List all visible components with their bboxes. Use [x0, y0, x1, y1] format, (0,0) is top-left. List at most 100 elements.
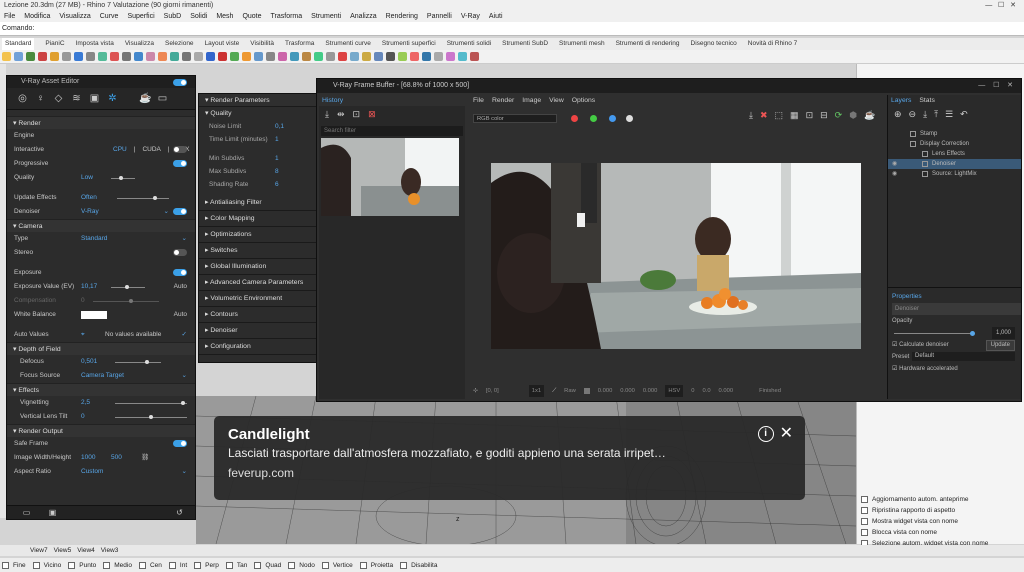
menu-item[interactable]: Aiuti — [489, 11, 503, 22]
load-history-icon[interactable]: ⊡ — [353, 109, 361, 120]
toolbar-button-icon[interactable] — [242, 52, 251, 61]
geometry-icon[interactable]: ◇ — [53, 93, 64, 104]
quality-value[interactable]: Low — [81, 171, 93, 185]
viewport-tab[interactable]: View7 — [30, 545, 48, 556]
render-param-section[interactable]: ▸ Advanced Camera Parameters — [199, 275, 317, 291]
toolbar-button-icon[interactable] — [14, 52, 23, 61]
menu-item[interactable]: File — [4, 11, 15, 22]
ev-value[interactable]: 10,17 — [81, 280, 97, 294]
toolbar-tab[interactable]: Strumenti superfici — [382, 38, 436, 50]
vfb-menu-item[interactable]: File — [473, 95, 484, 106]
layers-tab[interactable]: Layers — [888, 95, 914, 106]
progressive-toggle[interactable] — [173, 160, 187, 167]
check-icon[interactable]: ✓ — [182, 328, 187, 342]
toolbar-tab[interactable]: Strumenti solidi — [447, 38, 491, 50]
osnap-nodo[interactable]: Nodo — [288, 560, 315, 571]
toolbar-button-icon[interactable] — [266, 52, 275, 61]
opacity-slider[interactable] — [894, 331, 975, 336]
chevron-down-icon[interactable]: ⌄ — [182, 232, 187, 246]
info-icon[interactable]: i — [757, 426, 774, 442]
toolbar-button-icon[interactable] — [326, 52, 335, 61]
chevron-down-icon[interactable]: ⌄ — [164, 205, 169, 219]
load-layers-icon[interactable]: ⤒ — [934, 109, 938, 120]
menu-item[interactable]: Pannelli — [427, 11, 452, 22]
aspect-value[interactable]: Custom — [81, 465, 103, 479]
toolbar-tab[interactable]: Strumenti di rendering — [616, 38, 680, 50]
render-teapot-icon[interactable]: ☕ — [139, 93, 151, 104]
osnap-int[interactable]: Int — [168, 560, 187, 571]
link-obj-icon[interactable]: ⊡ — [806, 110, 814, 121]
named-view-option[interactable]: Aggiornamento autom. anteprime — [857, 494, 1024, 505]
dof-toggle[interactable] — [173, 79, 187, 86]
osnap-cen[interactable]: Cen — [138, 560, 162, 571]
option-checkbox[interactable] — [861, 507, 868, 514]
osnap-checkbox[interactable] — [68, 561, 76, 569]
menu-item[interactable]: Mesh — [216, 11, 233, 22]
toolbar-button-icon[interactable] — [86, 52, 95, 61]
chevron-down-icon[interactable]: ⌄ — [182, 369, 187, 383]
noise-limit-value[interactable]: 0,1 — [275, 120, 284, 133]
vlt-slider[interactable] — [115, 415, 187, 419]
toolbar-tab[interactable]: Selezione — [165, 38, 194, 50]
option-checkbox[interactable] — [861, 496, 868, 503]
vfb-menu-item[interactable]: Image — [522, 95, 541, 106]
follow-mouse-icon[interactable]: ⊟ — [820, 110, 828, 121]
vfb-menu-item[interactable]: Options — [572, 95, 595, 106]
toolbar-button-icon[interactable] — [350, 52, 359, 61]
interactive-toggle[interactable] — [173, 146, 187, 153]
toolbar-tab[interactable]: Layout viste — [205, 38, 240, 50]
menu-item[interactable]: Analizza — [350, 11, 376, 22]
viewport-tab[interactable]: View4 — [77, 545, 95, 556]
osnap-checkbox[interactable] — [138, 561, 146, 569]
toolbar-button-icon[interactable] — [206, 52, 215, 61]
channel-select[interactable]: RGB color — [473, 113, 557, 123]
osnap-checkbox[interactable] — [168, 561, 176, 569]
ab-compare-icon[interactable]: ⇹ — [337, 109, 345, 120]
render-param-section[interactable]: ▸ Antialiasing Filter — [199, 195, 317, 211]
render-view[interactable] — [491, 163, 861, 349]
camera-type-value[interactable]: Standard — [81, 232, 107, 246]
max-subdivs-value[interactable]: 8 — [275, 165, 279, 178]
toolbar-button-icon[interactable] — [194, 52, 203, 61]
denoiser-toggle[interactable] — [173, 208, 187, 215]
render-output-section[interactable]: ▾ Render Output — [7, 424, 195, 437]
toolbar-button-icon[interactable] — [170, 52, 179, 61]
toolbar-button-icon[interactable] — [290, 52, 299, 61]
width-value[interactable]: 1000 — [81, 451, 95, 465]
settings-icon[interactable]: ✲ — [107, 93, 118, 104]
delete-layer-icon[interactable]: ⊖ — [909, 109, 917, 120]
ad-url[interactable]: feverup.com — [228, 466, 791, 480]
named-view-option[interactable]: Blocca vista con nome — [857, 527, 1024, 538]
toolbar-tab[interactable]: PianiC — [45, 38, 64, 50]
toolbar-button-icon[interactable] — [470, 52, 479, 61]
osnap-checkbox[interactable] — [194, 561, 202, 569]
vfb-window-controls[interactable]: — ☐ ✕ — [978, 79, 1013, 93]
render-param-section[interactable]: ▸ Volumetric Environment — [199, 291, 317, 307]
toolbar-button-icon[interactable] — [458, 52, 467, 61]
toolbar-button-icon[interactable] — [278, 52, 287, 61]
clear-image-icon[interactable]: ✖ — [760, 110, 768, 121]
menu-item[interactable]: Quote — [242, 11, 261, 22]
menu-item[interactable]: SubD — [164, 11, 182, 22]
toolbar-button-icon[interactable] — [122, 52, 131, 61]
layers-icon[interactable]: ≋ — [71, 93, 82, 104]
toolbar-tab[interactable]: Imposta vista — [76, 38, 114, 50]
open-folder-icon[interactable]: ▭ — [21, 507, 32, 518]
osnap-vertice[interactable]: Vertice — [321, 560, 353, 571]
osnap-checkbox[interactable] — [103, 561, 111, 569]
toolbar-button-icon[interactable] — [230, 52, 239, 61]
menu-item[interactable]: Trasforma — [271, 11, 303, 22]
calc-denoiser-checkbox[interactable]: ☑ — [892, 342, 897, 348]
render-teapot-icon[interactable]: ☕ — [864, 110, 875, 121]
toolbar-tab[interactable]: Standard — [2, 38, 35, 50]
eye-icon[interactable]: ◉ — [892, 159, 897, 169]
layer-item[interactable]: Stamp — [888, 129, 1021, 139]
menu-item[interactable]: Superfici — [127, 11, 154, 22]
save-image-icon[interactable]: ⤓ — [749, 110, 753, 121]
ev-auto[interactable]: Auto — [174, 280, 187, 294]
lights-icon[interactable]: ♀ — [35, 93, 46, 104]
region-render-icon[interactable]: ⬚ — [775, 110, 784, 121]
color-mode-select[interactable]: HSV — [665, 385, 684, 397]
ipr-icon[interactable]: ⟳ — [835, 110, 843, 121]
save-layers-icon[interactable]: ⤓ — [923, 109, 927, 120]
